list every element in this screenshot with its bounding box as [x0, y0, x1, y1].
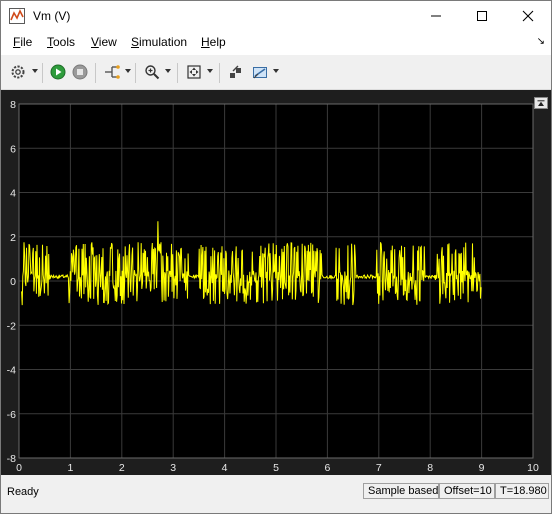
plot-area[interactable]: 0 1 2 3 4 5 6 7 8 9 10 8 6 4 2 0 -2 -4 -6 -8: [1, 90, 551, 475]
simulink-scope-app-icon: [9, 8, 25, 24]
y-tick-label: 2: [10, 232, 16, 244]
menu-view-label: iew: [98, 35, 117, 49]
x-tick-label: 5: [273, 462, 279, 474]
menu-bar: File Tools View Simulation Help ↘: [1, 31, 551, 55]
menu-tools-label: ools: [53, 35, 76, 49]
status-ready: Ready: [7, 486, 39, 498]
y-tick-label: 6: [10, 143, 16, 155]
maximize-icon: [477, 11, 487, 21]
offset-field: Offset=10: [439, 483, 495, 499]
stop-icon: [72, 64, 88, 80]
y-tick-label: -2: [7, 320, 16, 332]
x-tick-label: 2: [119, 462, 125, 474]
menu-simulation[interactable]: Simulation: [131, 35, 187, 49]
toolbar: [1, 55, 551, 90]
toolbar-separator: [135, 63, 136, 83]
menu-view-mnemonic: V: [91, 35, 99, 49]
signal-selector-button[interactable]: [103, 63, 121, 81]
y-tick-label: -8: [7, 453, 16, 465]
menu-file-label: ile: [20, 35, 33, 49]
x-tick-label: 1: [67, 462, 73, 474]
menu-help[interactable]: Help: [201, 35, 226, 49]
fit-to-view-button[interactable]: [185, 63, 203, 81]
settings-dropdown-arrow-icon[interactable]: [32, 69, 38, 73]
y-tick-label: 4: [10, 188, 16, 200]
zoom-dropdown-arrow-icon[interactable]: [165, 69, 171, 73]
expand-button[interactable]: [534, 97, 548, 109]
x-tick-label: 9: [479, 462, 485, 474]
status-bar: Ready Sample based Offset=10 T=18.980: [1, 481, 551, 503]
zoom-in-button[interactable]: [143, 63, 161, 81]
pin-arrow-icon[interactable]: ↘: [537, 36, 545, 47]
settings-button[interactable]: [9, 63, 27, 81]
minimize-icon: [431, 15, 441, 17]
menu-view[interactable]: View: [91, 35, 117, 49]
toolbar-separator: [95, 63, 96, 83]
x-tick-label: 3: [170, 462, 176, 474]
fit-dropdown-arrow-icon[interactable]: [207, 69, 213, 73]
signal-selector-dropdown-arrow-icon[interactable]: [125, 69, 131, 73]
menu-tools[interactable]: Tools: [47, 35, 75, 49]
x-tick-label: 10: [527, 462, 539, 474]
menu-file[interactable]: File: [13, 35, 32, 49]
x-tick-label: 8: [427, 462, 433, 474]
x-tick-label: 4: [222, 462, 228, 474]
toolbar-separator: [177, 63, 178, 83]
run-icon: [50, 64, 66, 80]
maximize-button[interactable]: [459, 1, 505, 31]
style-dropdown-arrow-icon[interactable]: [273, 69, 279, 73]
x-tick-label: 0: [16, 462, 22, 474]
minimize-button[interactable]: [413, 1, 459, 31]
y-tick-label: 0: [10, 276, 16, 288]
settings-icon: [11, 65, 25, 79]
scope-window: Vm (V) File Tools View Simulation Help ↘: [0, 0, 552, 514]
menu-help-label: elp: [209, 35, 226, 49]
menu-simulation-mnemonic: S: [131, 35, 140, 49]
autoscale-button[interactable]: [227, 63, 245, 81]
scope-plot[interactable]: 0 1 2 3 4 5 6 7 8 9 10 8 6 4 2 0 -2 -4 -6 -8: [1, 90, 551, 475]
sample-mode-field: Sample based: [363, 483, 439, 499]
menu-help-mnemonic: H: [201, 35, 210, 49]
style-icon: [253, 67, 267, 79]
zoom-in-icon: [145, 65, 160, 80]
style-button[interactable]: [251, 63, 269, 81]
close-icon: [522, 10, 534, 22]
run-button[interactable]: [49, 63, 67, 81]
toolbar-separator: [219, 63, 220, 83]
toolbar-separator: [42, 63, 43, 83]
expand-icon: [537, 99, 545, 106]
fit-to-view-icon: [187, 65, 201, 79]
title-bar: Vm (V): [1, 1, 551, 31]
time-field: T=18.980: [495, 483, 549, 499]
x-tick-label: 6: [324, 462, 330, 474]
y-tick-label: -4: [7, 365, 16, 377]
y-tick-label: 8: [10, 99, 16, 111]
y-tick-label: -6: [7, 409, 16, 421]
x-tick-label: 7: [376, 462, 382, 474]
menu-simulation-label: imulation: [139, 35, 188, 49]
close-button[interactable]: [505, 1, 551, 31]
signal-selector-icon: [105, 65, 120, 79]
window-title: Vm (V): [33, 9, 71, 23]
stop-button[interactable]: [71, 63, 89, 81]
autoscale-icon: [230, 65, 241, 78]
